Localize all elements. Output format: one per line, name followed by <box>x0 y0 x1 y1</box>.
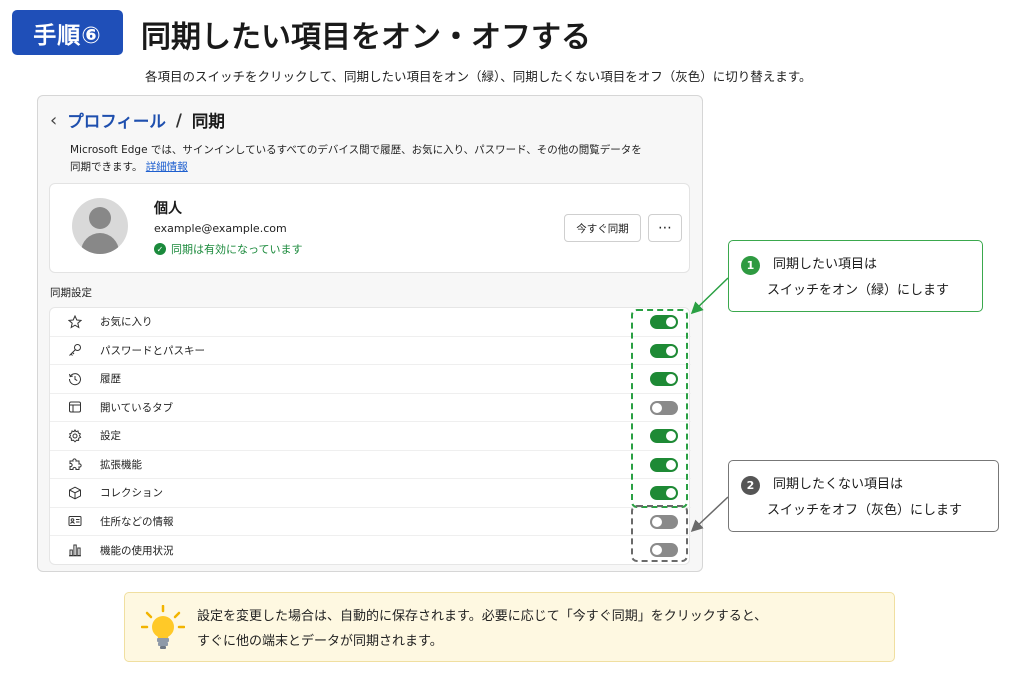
sync-item-row: パスワードとパスキー <box>50 337 691 365</box>
off-toggles-highlight <box>631 505 688 562</box>
sync-item-label: 開いているタブ <box>100 401 174 414</box>
sync-item-label: お気に入り <box>100 316 153 329</box>
sync-item-label: 設定 <box>100 430 121 443</box>
learn-more-link[interactable]: 詳細情報 <box>146 161 188 173</box>
lightbulb-icon <box>141 605 185 649</box>
sync-item-label: 機能の使用状況 <box>100 544 174 557</box>
sync-item-row: 履歴 <box>50 365 691 394</box>
puzzle-icon <box>66 455 84 473</box>
sync-item-label: 拡張機能 <box>100 458 142 471</box>
callout-toggle-on: 1 同期したい項目は スイッチをオン（緑）にします <box>728 240 983 312</box>
box-icon <box>66 484 84 502</box>
sync-settings-list: お気に入りパスワードとパスキー 履歴開いているタブ 設定拡張機能コレクション 住所など… <box>49 307 691 565</box>
on-toggles-highlight <box>631 309 688 508</box>
callout-number-2: 2 <box>741 476 760 495</box>
tip-line2: すぐに他の端末とデータが同期されます。 <box>197 634 443 649</box>
more-options-button[interactable]: ⋯ <box>648 214 682 242</box>
sync-item-row: 機能の使用状況 <box>50 536 691 565</box>
step-description: 各項目のスイッチをクリックして、同期したい項目をオン（緑）、同期したくない項目を… <box>145 69 812 84</box>
key-icon <box>66 341 84 359</box>
breadcrumb-profile-link[interactable]: プロフィール <box>67 108 166 132</box>
sync-item-row: 設定 <box>50 422 691 451</box>
intro-line1: Microsoft Edge では、サインインしているすべてのデバイス間で履歴、… <box>70 144 642 156</box>
sync-item-row: コレクション <box>50 479 691 508</box>
profile-name: 個人 <box>154 201 182 217</box>
step-badge: 手順⑥ <box>12 10 123 55</box>
bar-chart-icon <box>66 541 84 559</box>
sync-now-button[interactable]: 今すぐ同期 <box>564 214 641 242</box>
callout-off-line2: スイッチをオフ（灰色）にします <box>767 503 963 518</box>
tip-line1: 設定を変更した場合は、自動的に保存されます。必要に応じて「今すぐ同期」をクリック… <box>197 609 768 624</box>
sync-status: ✓ 同期は有効になっています <box>154 241 302 257</box>
sync-status-text: 同期は有効になっています <box>171 243 303 256</box>
callout-off-line1: 同期したくない項目は <box>773 477 904 492</box>
profile-card: 個人 example@example.com ✓ 同期は有効になっています 今す… <box>49 183 690 273</box>
breadcrumb-separator: / <box>175 110 182 130</box>
sync-item-row: 開いているタブ <box>50 394 691 422</box>
sync-item-label: コレクション <box>100 487 163 500</box>
sync-item-row: お気に入り <box>50 308 691 337</box>
tip-box: 設定を変更した場合は、自動的に保存されます。必要に応じて「今すぐ同期」をクリック… <box>124 592 895 662</box>
check-circle-icon: ✓ <box>154 243 166 255</box>
callout-number-1: 1 <box>741 256 760 275</box>
star-icon <box>66 313 84 331</box>
sync-item-row: 住所などの情報 <box>50 508 691 536</box>
intro-line2: 同期できます。 <box>70 161 143 173</box>
sync-settings-label: 同期設定 <box>50 287 92 299</box>
callout-toggle-off: 2 同期したくない項目は スイッチをオフ（灰色）にします <box>728 460 999 532</box>
id-card-icon <box>66 512 84 530</box>
sync-item-label: 履歴 <box>100 373 121 386</box>
callout-on-line2: スイッチをオン（緑）にします <box>767 283 950 298</box>
gear-icon <box>66 427 84 445</box>
sync-intro-text: Microsoft Edge では、サインインしているすべてのデバイス間で履歴、… <box>70 142 690 176</box>
callout-on-line1: 同期したい項目は <box>773 257 878 272</box>
avatar <box>72 198 128 254</box>
settings-window: ‹ プロフィール / 同期 Microsoft Edge では、サインインしてい… <box>37 95 703 572</box>
breadcrumb-current: 同期 <box>191 112 225 131</box>
tabs-icon <box>66 398 84 416</box>
profile-email: example@example.com <box>154 222 287 235</box>
breadcrumb: ‹ プロフィール / 同期 <box>50 108 225 132</box>
sync-item-label: 住所などの情報 <box>100 515 174 528</box>
back-arrow-icon[interactable]: ‹ <box>50 110 57 131</box>
sync-item-label: パスワードとパスキー <box>100 344 205 357</box>
page-title: 同期したい項目をオン・オフする <box>141 20 591 55</box>
history-icon <box>66 370 84 388</box>
sync-item-row: 拡張機能 <box>50 451 691 479</box>
